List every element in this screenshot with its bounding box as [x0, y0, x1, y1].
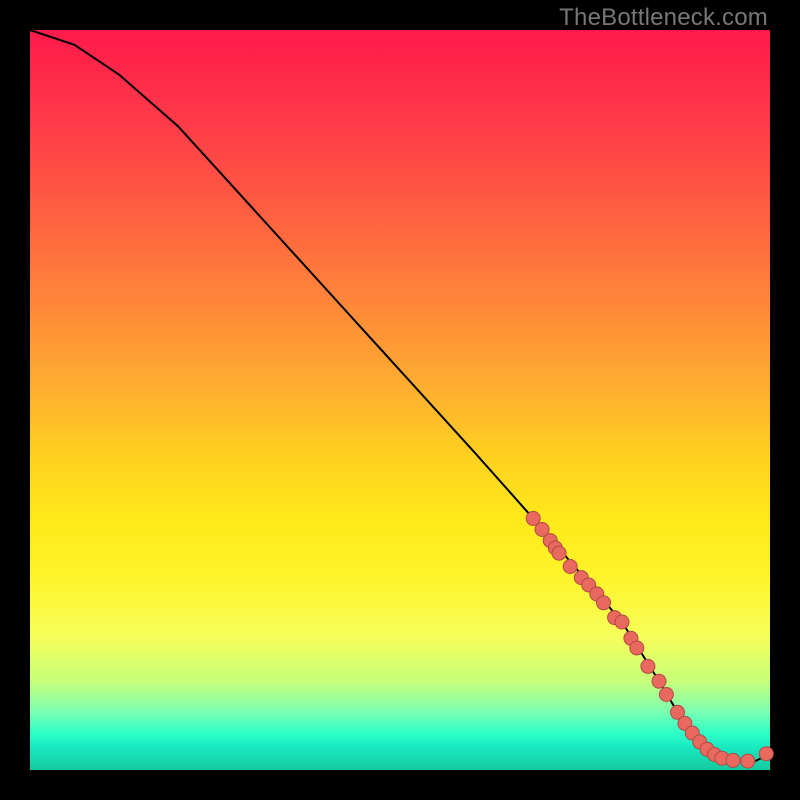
marker-group [526, 511, 773, 768]
data-marker [759, 747, 773, 761]
data-marker [726, 753, 740, 767]
watermark-text: TheBottleneck.com [559, 4, 768, 32]
curve-layer [30, 30, 770, 770]
data-marker [659, 688, 673, 702]
data-marker [563, 560, 577, 574]
plot-area [30, 30, 770, 770]
data-marker [641, 659, 655, 673]
bottleneck-curve [30, 30, 770, 761]
data-marker [552, 546, 566, 560]
chart-stage: TheBottleneck.com [0, 0, 800, 800]
data-marker [652, 674, 666, 688]
data-marker [741, 754, 755, 768]
data-marker [630, 641, 644, 655]
data-marker [597, 596, 611, 610]
data-marker [615, 615, 629, 629]
